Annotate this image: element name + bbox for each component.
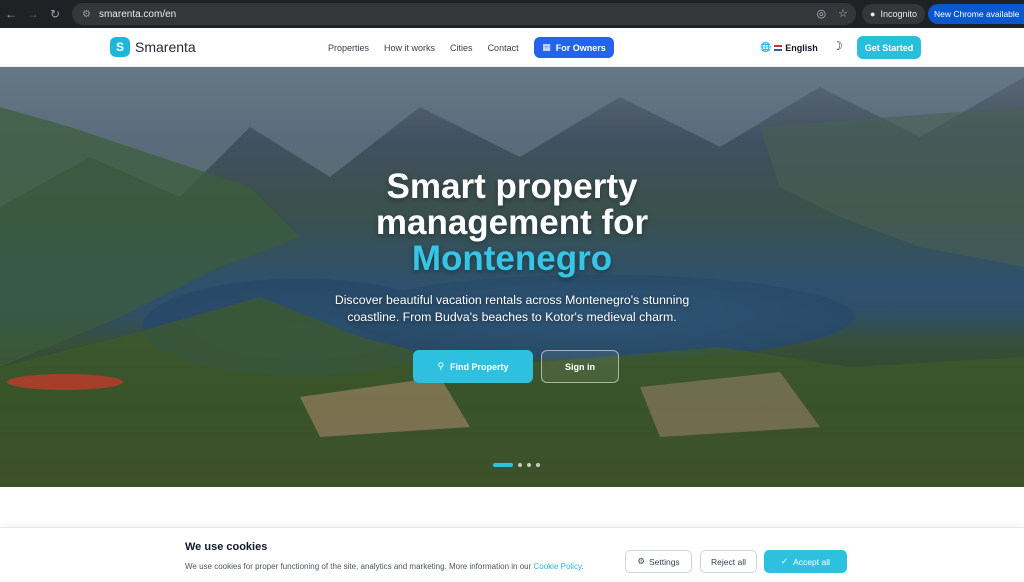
eye-off-icon[interactable]: ◎ <box>817 7 827 20</box>
incognito-icon: ● <box>870 9 876 19</box>
reload-icon[interactable]: ↻ <box>44 0 66 28</box>
incognito-label: Incognito <box>880 9 917 19</box>
hero-title-accent: Montenegro <box>411 239 613 278</box>
cookie-settings-button[interactable]: ⚙ Settings <box>625 550 692 573</box>
url-text: smarenta.com/en <box>98 8 177 20</box>
hero-title-line2: management for <box>375 203 649 242</box>
nav-cities[interactable]: Cities <box>450 43 473 53</box>
cookie-policy-link[interactable]: Cookie Policy <box>533 562 581 571</box>
forward-arrow-icon[interactable]: → <box>22 0 44 28</box>
browser-toolbar: ← → ↻ ⚙ smarenta.com/en ◎ ☆ ● Incognito … <box>0 0 1024 28</box>
logo-text: Smarenta <box>135 39 196 55</box>
cookie-trailing: . <box>581 562 584 571</box>
cookie-accept-button[interactable]: ✓ Accept all <box>764 550 847 573</box>
for-owners-button[interactable]: ▦ For Owners <box>534 37 614 58</box>
nav-contact[interactable]: Contact <box>488 43 519 53</box>
nav-properties[interactable]: Properties <box>328 43 369 53</box>
carousel-dot-2[interactable] <box>518 463 522 467</box>
logo-badge: S <box>110 37 130 57</box>
nav-how-it-works[interactable]: How it works <box>384 43 435 53</box>
cookie-accept-label: Accept all <box>793 556 830 567</box>
moon-icon[interactable]: ☽ <box>832 39 843 53</box>
building-icon: ▦ <box>542 42 551 52</box>
language-label: English <box>785 42 818 53</box>
site-info-icon[interactable]: ⚙ <box>82 9 91 20</box>
update-chrome-button[interactable]: New Chrome available <box>928 4 1024 24</box>
language-selector[interactable]: 🌐 English <box>760 42 818 53</box>
carousel-dot-4[interactable] <box>536 463 540 467</box>
for-owners-label: For Owners <box>555 42 606 53</box>
main-nav: Properties How it works Cities Contact <box>328 28 519 67</box>
sign-in-button[interactable]: Sign in <box>541 350 619 383</box>
globe-icon: 🌐 <box>760 42 772 52</box>
check-icon: ✓ <box>781 556 789 566</box>
find-property-label: Find Property <box>450 361 509 372</box>
hero-subtitle: Discover beautiful vacation rentals acro… <box>334 293 690 324</box>
carousel-dot-1[interactable] <box>493 463 513 467</box>
logo[interactable]: S Smarenta <box>110 37 196 57</box>
star-icon[interactable]: ☆ <box>838 7 848 20</box>
get-started-button[interactable]: Get Started <box>857 36 921 59</box>
cookie-description: We use cookies for proper functioning of… <box>185 562 532 571</box>
address-bar[interactable]: ⚙ smarenta.com/en ◎ ☆ <box>72 3 856 25</box>
hero-title: Smart property management for Montenegro <box>312 169 712 277</box>
find-property-button[interactable]: ⚲ Find Property <box>413 350 533 383</box>
carousel-indicators <box>493 463 540 467</box>
hero-title-line1: Smart property <box>386 167 638 206</box>
incognito-indicator[interactable]: ● Incognito <box>862 4 925 24</box>
cookie-banner: We use cookies We use cookies for proper… <box>0 527 1024 582</box>
cookie-title: We use cookies <box>185 541 268 553</box>
cookie-text: We use cookies for proper functioning of… <box>185 561 615 573</box>
hero-section: Smart property management for Montenegro… <box>0 67 1024 487</box>
cookie-settings-label: Settings <box>648 556 680 567</box>
search-icon: ⚲ <box>437 361 445 371</box>
gear-icon: ⚙ <box>637 556 645 566</box>
carousel-dot-3[interactable] <box>527 463 531 467</box>
flag-icon <box>774 44 783 51</box>
cookie-reject-button[interactable]: Reject all <box>700 550 757 573</box>
site-header: S Smarenta Properties How it works Citie… <box>0 28 1024 67</box>
back-arrow-icon[interactable]: ← <box>0 0 22 28</box>
